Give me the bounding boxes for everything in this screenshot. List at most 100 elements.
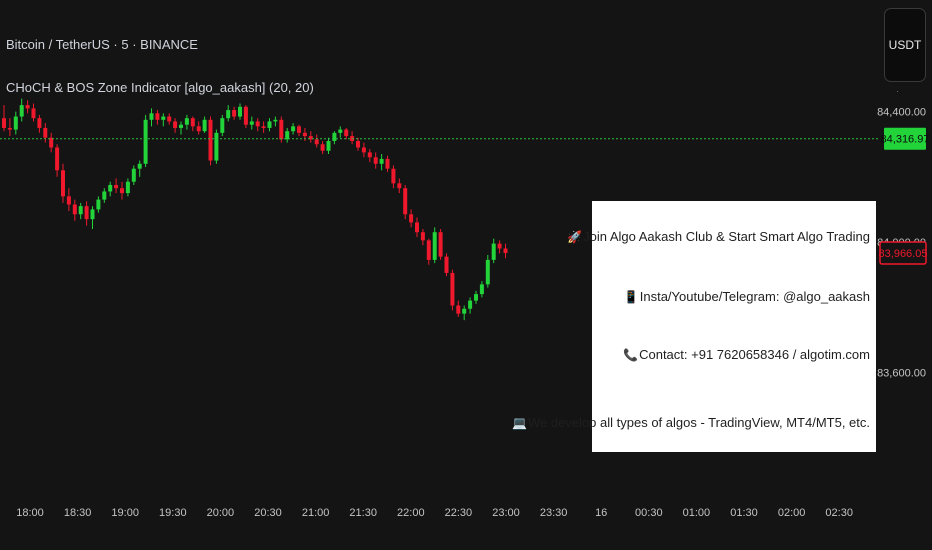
candle-body: [55, 147, 60, 171]
info-line-club: 🚀 Join Algo Aakash Club & Start Smart Al…: [567, 229, 870, 244]
candle-body: [66, 196, 71, 205]
time-tick-label: 01:00: [683, 507, 711, 519]
candle: [432, 227, 437, 264]
candle-body: [167, 116, 172, 122]
candle: [196, 121, 201, 135]
candle-body: [450, 272, 455, 306]
candle-body: [155, 113, 160, 120]
candle: [397, 178, 402, 194]
candle: [102, 188, 107, 203]
candle: [167, 113, 172, 125]
candle: [379, 154, 384, 171]
info-text-services: We develop all types of algos - TradingV…: [527, 415, 870, 430]
time-tick-label: 19:00: [111, 507, 139, 519]
candle: [214, 129, 219, 164]
candle-body: [479, 284, 484, 295]
candle: [190, 116, 195, 132]
symbol-title[interactable]: Bitcoin / TetherUS · 5 · BINANCE: [6, 37, 198, 52]
candle-body: [426, 240, 431, 260]
time-tick-label: 18:00: [16, 507, 44, 519]
candle: [261, 121, 266, 133]
candle-body: [226, 110, 231, 119]
candle: [409, 209, 414, 228]
candle: [25, 100, 30, 114]
time-axis[interactable]: 18:00 18:30 19:00 19:30 20:00 20:30 21:00 21:30…: [16, 507, 853, 519]
candle: [161, 113, 166, 127]
candle: [149, 108, 154, 127]
candle: [444, 253, 449, 277]
candle-body: [202, 119, 207, 132]
candle-body: [208, 119, 213, 161]
candle: [344, 127, 349, 140]
candle: [96, 196, 101, 213]
candle-body: [420, 232, 425, 241]
candle: [285, 127, 290, 143]
candle-body: [179, 124, 183, 128]
currency-button[interactable]: USDT: [884, 8, 926, 82]
candle: [72, 199, 77, 221]
candle: [450, 269, 455, 311]
time-tick-label: 22:30: [445, 507, 473, 519]
candle-body: [108, 184, 113, 192]
candle-body: [314, 139, 319, 145]
candle: [385, 155, 390, 172]
candle-body: [285, 131, 290, 140]
candle-body: [232, 110, 237, 117]
candle-body: [249, 121, 254, 125]
candle: [226, 105, 231, 122]
candle-body: [102, 191, 107, 200]
candle: [13, 111, 18, 135]
candle: [143, 114, 148, 168]
candle: [238, 103, 242, 120]
candle-body: [373, 157, 378, 164]
candle-body: [120, 188, 124, 194]
candle-body: [255, 121, 260, 127]
candle: [66, 188, 71, 212]
candle: [84, 201, 89, 226]
candle: [31, 103, 36, 122]
rocket-icon: 🚀: [567, 229, 583, 244]
candle: [120, 181, 124, 200]
candle: [184, 114, 189, 130]
candle: [179, 121, 183, 135]
candle: [137, 160, 142, 177]
candle-body: [243, 106, 248, 125]
candle-body: [13, 116, 18, 130]
candle-body: [96, 199, 101, 210]
candle-body: [19, 105, 24, 117]
axis-menu-dot[interactable]: ·: [896, 86, 899, 96]
candle: [361, 142, 366, 158]
candle-body: [338, 129, 343, 133]
info-line-contact: 📞 Contact: +91 7620658346 / algotim.com: [623, 347, 870, 362]
candle: [114, 178, 119, 194]
candle-body: [238, 106, 242, 117]
time-tick-label: 23:00: [492, 507, 520, 519]
indicator-title[interactable]: CHoCH & BOS Zone Indicator [algo_aakash]…: [6, 80, 314, 95]
candle: [485, 255, 490, 288]
candle-body: [397, 183, 402, 189]
candle: [19, 98, 24, 122]
candle: [90, 206, 95, 229]
candle-body: [320, 144, 325, 151]
candle-body: [2, 118, 6, 128]
candle: [37, 114, 42, 133]
time-tick-label: 23:30: [540, 507, 568, 519]
candle-body: [291, 126, 296, 132]
candle-body: [474, 294, 478, 301]
candle-body: [344, 129, 349, 137]
candle: [367, 149, 372, 163]
candle-body: [379, 158, 384, 164]
candle-body: [356, 140, 360, 148]
candle: [314, 134, 319, 148]
candle: [456, 300, 461, 317]
candle: [273, 116, 278, 127]
candle-body: [367, 152, 372, 158]
candle: [468, 297, 473, 314]
candle: [438, 228, 443, 260]
candle-body: [161, 116, 166, 120]
candle: [462, 305, 467, 321]
candle-body: [497, 243, 502, 249]
candle: [61, 163, 65, 203]
time-tick-label: 21:00: [302, 507, 330, 519]
candle-body: [444, 256, 449, 273]
